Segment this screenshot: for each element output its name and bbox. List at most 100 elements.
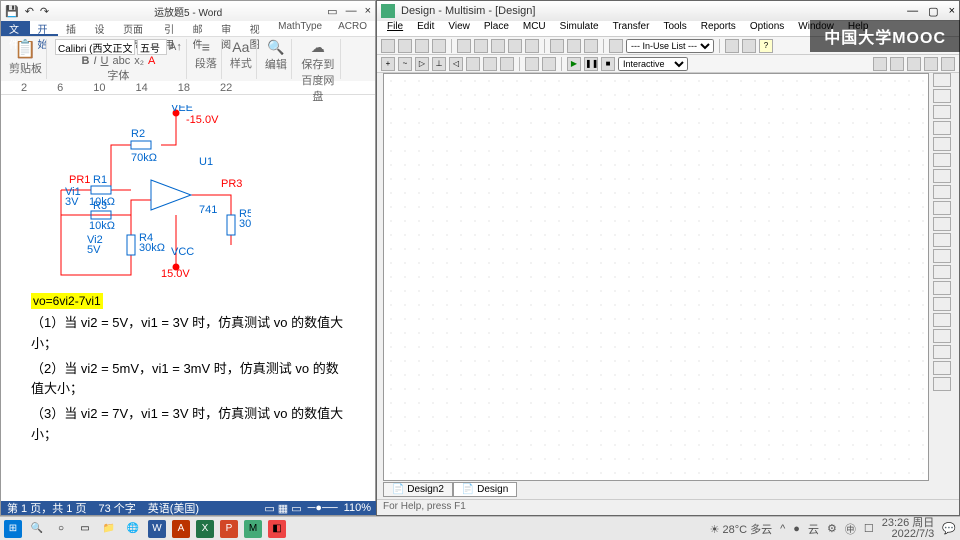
cut-icon[interactable]: [457, 39, 471, 53]
probe-icon[interactable]: [890, 57, 904, 71]
probe-icon[interactable]: [941, 57, 955, 71]
menu-view[interactable]: View: [442, 21, 476, 36]
close-icon[interactable]: ×: [949, 5, 955, 18]
new-icon[interactable]: [381, 39, 395, 53]
search-icon[interactable]: 🔍: [28, 520, 46, 538]
labview-icon[interactable]: [933, 377, 951, 391]
redo-icon[interactable]: [525, 39, 539, 53]
grid-icon[interactable]: [584, 39, 598, 53]
undo-icon[interactable]: [508, 39, 522, 53]
tab-design[interactable]: 📄 Design: [453, 482, 517, 497]
run-icon[interactable]: ▶: [567, 57, 581, 71]
sub-icon[interactable]: x₂: [134, 55, 144, 67]
funcgen-icon[interactable]: [933, 89, 951, 103]
clock-date[interactable]: 2022/7/3: [882, 529, 935, 540]
word-taskbar-icon[interactable]: W: [148, 520, 166, 538]
indicator-icon[interactable]: [525, 57, 539, 71]
component-icon[interactable]: [609, 39, 623, 53]
tray-onedrive-icon[interactable]: 云: [808, 521, 819, 537]
word-count[interactable]: 73 个字: [98, 500, 135, 516]
diode-icon[interactable]: ▷: [415, 57, 429, 71]
undo-icon[interactable]: ↶: [25, 5, 34, 18]
close-icon[interactable]: ×: [365, 5, 371, 18]
minimize-icon[interactable]: ▭: [327, 5, 337, 18]
clock-time[interactable]: 23:26 周日: [882, 518, 935, 529]
tab-layout[interactable]: 页面布局: [115, 21, 156, 36]
italic-icon[interactable]: I: [93, 55, 96, 67]
font-color-icon[interactable]: A: [148, 55, 155, 67]
grow-font-icon[interactable]: A↑: [169, 41, 182, 53]
open-icon[interactable]: [398, 39, 412, 53]
tab-review[interactable]: 审阅: [213, 21, 242, 36]
misc-icon[interactable]: [500, 57, 514, 71]
ribbon-toggle-icon[interactable]: —: [346, 5, 357, 18]
wordgen-icon[interactable]: [933, 185, 951, 199]
agmm-icon[interactable]: [933, 313, 951, 327]
strike-icon[interactable]: abc: [112, 55, 130, 67]
agfg-icon[interactable]: [933, 297, 951, 311]
stop-icon[interactable]: ■: [601, 57, 615, 71]
font-name-select[interactable]: [55, 39, 135, 55]
iv-icon[interactable]: [933, 233, 951, 247]
basic-icon[interactable]: ~: [398, 57, 412, 71]
excel-icon[interactable]: X: [196, 520, 214, 538]
source-icon[interactable]: +: [381, 57, 395, 71]
notifications-icon[interactable]: 💬: [942, 522, 956, 535]
tool-icon[interactable]: [742, 39, 756, 53]
tray-icon[interactable]: ☐: [864, 522, 874, 535]
freq-icon[interactable]: [933, 169, 951, 183]
dist-icon[interactable]: [933, 249, 951, 263]
maximize-icon[interactable]: ▢: [928, 5, 938, 18]
tool-icon[interactable]: [725, 39, 739, 53]
menu-simulate[interactable]: Simulate: [554, 21, 605, 36]
save-icon[interactable]: [415, 39, 429, 53]
view-icons[interactable]: ▭ ▦ ▭: [264, 502, 301, 515]
menu-place[interactable]: Place: [478, 21, 515, 36]
cmos-icon[interactable]: [483, 57, 497, 71]
zoom-level[interactable]: 110%: [344, 502, 371, 515]
menu-reports[interactable]: Reports: [695, 21, 742, 36]
bold-icon[interactable]: B: [82, 55, 90, 67]
zoom-slider[interactable]: ─●──: [308, 502, 338, 515]
tab-design2[interactable]: 📄 Design2: [383, 482, 453, 497]
tab-mathtype[interactable]: MathType: [270, 21, 330, 36]
help-icon[interactable]: ?: [759, 39, 773, 53]
tray-icon[interactable]: ●: [793, 523, 800, 535]
logic-icon[interactable]: [933, 201, 951, 215]
in-use-list-select[interactable]: --- In-Use List ---: [626, 39, 714, 53]
menu-tools[interactable]: Tools: [657, 21, 692, 36]
netan-icon[interactable]: [933, 281, 951, 295]
print-icon[interactable]: [432, 39, 446, 53]
explorer-icon[interactable]: 📁: [100, 520, 118, 538]
logicconv-icon[interactable]: [933, 217, 951, 231]
ppt-icon[interactable]: P: [220, 520, 238, 538]
scope-icon[interactable]: [933, 121, 951, 135]
menu-options[interactable]: Options: [744, 21, 790, 36]
weather-widget[interactable]: ☀ 28°C 多云: [710, 521, 773, 537]
tab-design[interactable]: 设计: [87, 21, 116, 36]
redo-icon[interactable]: ↷: [40, 5, 49, 18]
page-indicator[interactable]: 第 1 页，共 1 页: [7, 500, 86, 516]
probe-icon[interactable]: [933, 361, 951, 375]
tab-mailings[interactable]: 邮件: [185, 21, 214, 36]
menu-file[interactable]: File: [381, 21, 409, 36]
menu-mcu[interactable]: MCU: [517, 21, 552, 36]
acrobat-icon[interactable]: A: [172, 520, 190, 538]
edge-icon[interactable]: 🌐: [124, 520, 142, 538]
probe-icon[interactable]: [873, 57, 887, 71]
tab-insert[interactable]: 插入: [58, 21, 87, 36]
font-size-select[interactable]: [137, 39, 167, 55]
zoom-icon[interactable]: [550, 39, 564, 53]
taskview-icon[interactable]: ▭: [76, 520, 94, 538]
wattmeter-icon[interactable]: [933, 105, 951, 119]
app-icon[interactable]: ◧: [268, 520, 286, 538]
menu-edit[interactable]: Edit: [411, 21, 440, 36]
multisim-taskbar-icon[interactable]: M: [244, 520, 262, 538]
agosc-icon[interactable]: [933, 329, 951, 343]
language-indicator[interactable]: 英语(美国): [148, 500, 199, 516]
menu-transfer[interactable]: Transfer: [607, 21, 656, 36]
tab-home[interactable]: 开始: [30, 21, 59, 36]
start-button[interactable]: ⊞: [4, 520, 22, 538]
schematic-canvas[interactable]: [383, 73, 929, 481]
probe-icon[interactable]: [907, 57, 921, 71]
